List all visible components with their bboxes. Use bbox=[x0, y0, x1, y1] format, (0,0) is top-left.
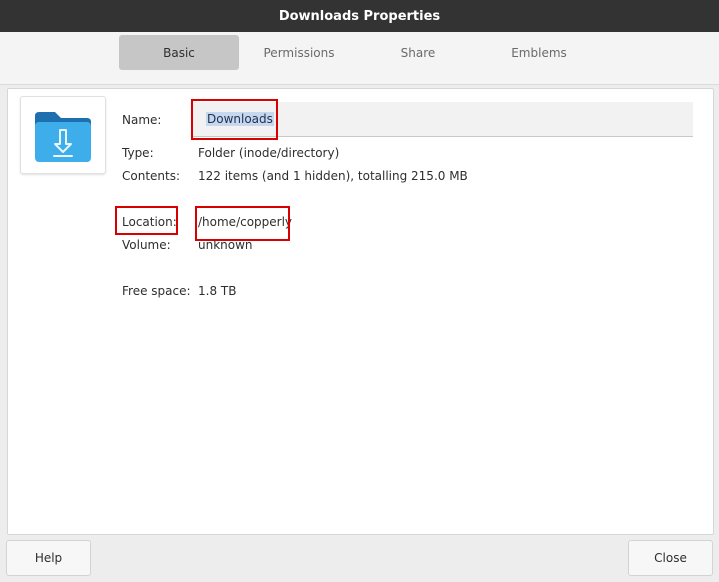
help-button[interactable]: Help bbox=[6, 540, 91, 576]
type-label: Type: bbox=[122, 146, 154, 160]
folder-icon-button[interactable] bbox=[20, 96, 106, 174]
type-value: Folder (inode/directory) bbox=[198, 146, 340, 160]
close-button[interactable]: Close bbox=[628, 540, 713, 576]
tab-share[interactable]: Share bbox=[358, 35, 478, 70]
free-space-value: 1.8 TB bbox=[198, 284, 237, 298]
tab-bar: Basic Permissions Share Emblems bbox=[0, 32, 719, 85]
tab-permissions[interactable]: Permissions bbox=[239, 35, 359, 70]
name-label: Name: bbox=[122, 113, 162, 127]
basic-panel: Name: Downloads Type: Folder (inode/dire… bbox=[7, 88, 714, 535]
location-label: Location: bbox=[122, 215, 177, 229]
name-input-text: Downloads bbox=[206, 112, 274, 126]
folder-download-icon bbox=[35, 112, 91, 162]
volume-value: unknown bbox=[198, 238, 253, 252]
name-input[interactable]: Downloads bbox=[192, 102, 693, 137]
tab-basic[interactable]: Basic bbox=[119, 35, 239, 70]
properties-dialog: Downloads Properties Basic Permissions S… bbox=[0, 0, 719, 582]
volume-label: Volume: bbox=[122, 238, 171, 252]
window-title: Downloads Properties bbox=[0, 0, 719, 32]
location-value[interactable]: /home/copperly bbox=[198, 215, 292, 229]
contents-label: Contents: bbox=[122, 169, 181, 183]
contents-value: 122 items (and 1 hidden), totalling 215.… bbox=[198, 169, 468, 183]
tab-emblems[interactable]: Emblems bbox=[479, 35, 599, 70]
free-space-label: Free space: bbox=[122, 284, 191, 298]
